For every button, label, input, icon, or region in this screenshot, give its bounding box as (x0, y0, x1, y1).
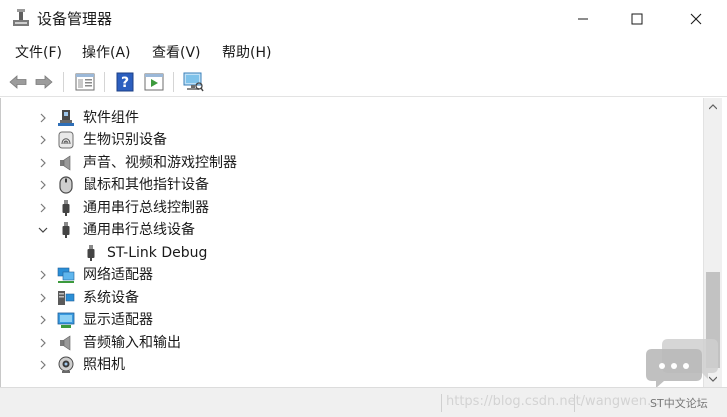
device-tree: 软件组件 生物识别设备 声音、视频和游戏控制器 鼠标和其他指针设备 通用串行总线… (0, 98, 703, 387)
camera-icon (58, 356, 74, 373)
tree-item-label: ST-Link Debug (107, 245, 208, 261)
chevron-right-icon[interactable] (37, 292, 49, 304)
minimize-button[interactable] (560, 0, 606, 38)
chevron-right-icon[interactable] (37, 157, 49, 169)
tree-item-label: 通用串行总线设备 (83, 222, 195, 238)
chevron-right-icon[interactable] (37, 112, 49, 124)
usb-icon (87, 245, 95, 261)
chat-bubble-icon (646, 339, 718, 388)
tree-item-audio-io[interactable]: 音频输入和输出 (1, 332, 701, 354)
tree-item-usb-controllers[interactable]: 通用串行总线控制器 (1, 197, 701, 219)
window-title: 设备管理器 (37, 10, 113, 28)
mouse-icon (59, 176, 73, 194)
speaker-icon (60, 155, 71, 171)
display-adapter-icon (57, 312, 75, 328)
properties-icon[interactable] (73, 71, 97, 93)
title-bar: 设备管理器 (0, 0, 727, 38)
watermark-url: https://blog.csdn.net/wangwen… (446, 394, 661, 409)
toolbar-separator (173, 72, 174, 92)
tree-item-label: 鼠标和其他指针设备 (83, 177, 209, 193)
scan-hardware-icon[interactable] (181, 71, 205, 93)
tree-item-label: 软件组件 (83, 110, 139, 126)
system-device-icon (58, 291, 75, 305)
watermark-brand: ST中文论坛 (650, 397, 708, 410)
chevron-right-icon[interactable] (37, 337, 49, 349)
chevron-right-icon[interactable] (37, 179, 49, 191)
tree-item-label: 音频输入和输出 (83, 335, 181, 351)
back-icon[interactable] (6, 71, 30, 93)
device-manager-icon (12, 8, 30, 28)
audio-io-icon (60, 335, 71, 351)
chevron-right-icon[interactable] (37, 202, 49, 214)
menu-help[interactable]: 帮助(H) (220, 43, 273, 63)
tree-item-sound-video-game[interactable]: 声音、视频和游戏控制器 (1, 152, 701, 174)
chevron-right-icon[interactable] (37, 134, 49, 146)
tree-item-label: 通用串行总线控制器 (83, 200, 209, 216)
toolbar-separator (104, 72, 105, 92)
update-driver-icon[interactable] (142, 71, 166, 93)
tree-item-label: 照相机 (83, 357, 125, 373)
usb-icon (62, 200, 70, 216)
scroll-up-button[interactable] (704, 98, 722, 115)
tree-item-biometric-devices[interactable]: 生物识别设备 (1, 129, 701, 151)
chevron-right-icon[interactable] (37, 314, 49, 326)
status-bar: https://blog.csdn.net/wangwen… ST中文论坛 (0, 387, 727, 417)
help-icon[interactable]: ? (113, 71, 137, 93)
maximize-button[interactable] (614, 0, 660, 38)
chevron-right-icon[interactable] (37, 359, 49, 371)
chevron-down-icon[interactable] (37, 224, 49, 236)
tree-item-system-devices[interactable]: 系统设备 (1, 287, 701, 309)
menu-action[interactable]: 操作(A) (80, 43, 133, 63)
tree-item-label: 生物识别设备 (83, 132, 167, 148)
tree-item-label: 网络适配器 (83, 267, 153, 283)
chevron-right-icon[interactable] (37, 269, 49, 281)
tree-item-usb-devices[interactable]: 通用串行总线设备 (1, 219, 701, 241)
close-button[interactable] (673, 0, 719, 38)
biometric-icon (58, 131, 74, 149)
menu-file[interactable]: 文件(F) (13, 43, 64, 63)
svg-text:?: ? (121, 75, 129, 91)
toolbar: ? (0, 68, 727, 97)
status-divider (441, 394, 442, 412)
usb-icon (62, 222, 70, 238)
menu-bar: 文件(F) 操作(A) 查看(V) 帮助(H) (0, 38, 727, 68)
tree-item-camera[interactable]: 照相机 (1, 354, 701, 376)
forward-icon[interactable] (32, 71, 56, 93)
tree-item-network-adapters[interactable]: 网络适配器 (1, 264, 701, 286)
tree-item-label: 显示适配器 (83, 312, 153, 328)
tree-item-mice[interactable]: 鼠标和其他指针设备 (1, 174, 701, 196)
menu-view[interactable]: 查看(V) (150, 43, 203, 63)
tree-item-st-link-debug[interactable]: ST-Link Debug (1, 242, 701, 264)
tree-item-label: 声音、视频和游戏控制器 (83, 155, 237, 171)
toolbar-separator (63, 72, 64, 92)
tree-item-label: 系统设备 (83, 290, 139, 306)
software-component-icon (58, 110, 74, 126)
network-adapter-icon (57, 267, 75, 283)
tree-item-display-adapters[interactable]: 显示适配器 (1, 309, 701, 331)
tree-item-software-components[interactable]: 软件组件 (1, 107, 701, 129)
